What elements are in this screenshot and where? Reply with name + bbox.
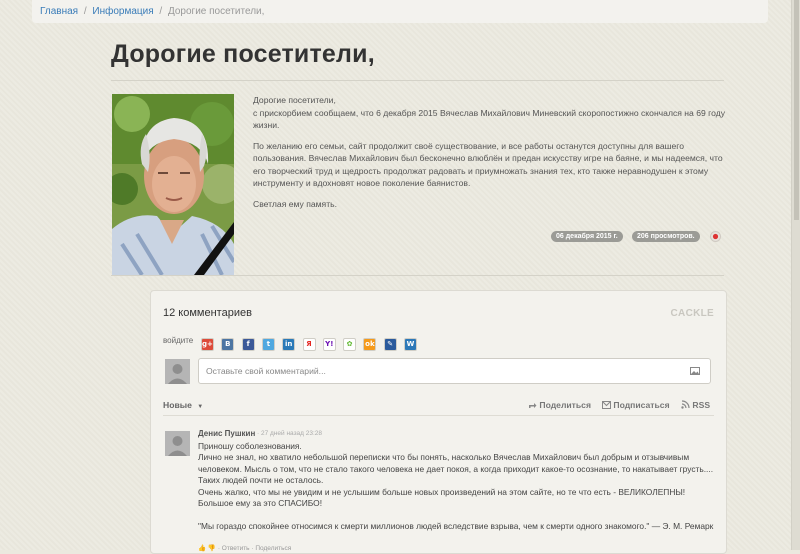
attach-image-icon[interactable] [690,367,700,375]
article-body: Дорогие посетители, с прискорбием сообща… [253,94,725,218]
linkedin-icon[interactable]: in [282,338,296,351]
sort-label: Новые [163,400,192,410]
comment-line: "Мы гораздо спокойнее относимся к смерти… [198,520,714,531]
user-avatar [165,359,190,384]
chevron-down-icon: ▼ [197,404,204,410]
comment-text: Приношу соболезнования. Лично не знал, н… [198,441,718,532]
comment-author[interactable]: Денис Пушкин [198,429,255,438]
comment-time: · 27 дней назад 23:28 [257,430,323,437]
reply-link[interactable]: · Ответить [218,545,250,552]
comments-count: 12 комментариев [163,307,252,319]
article-paragraph: Светлая ему память. [253,198,338,209]
breadcrumb-separator: / [83,6,87,17]
subscribe-label: Подписаться [613,400,670,410]
google-plus-icon[interactable]: g+ [201,338,214,351]
date-badge: 06 декабря 2015 г. [551,231,623,242]
views-badge: 206 просмотров. [632,231,700,242]
thumbs-up-icon[interactable]: 👍 [198,545,206,552]
comment-line: Приношу соболезнования. [198,441,302,451]
breadcrumb-separator: / [159,6,163,17]
share-button[interactable]: Поделиться [528,400,591,410]
livejournal-icon[interactable]: ✎ [383,338,397,351]
comment-line: Лично не знал, но хватило небольшой пере… [198,452,714,486]
scrollbar-thumb[interactable] [794,0,799,220]
memorial-photo [112,94,234,275]
facebook-icon[interactable]: f [241,338,255,351]
page-scrollbar[interactable] [791,0,800,550]
article-paragraph: Дорогие посетители, с прискорбием сообща… [253,95,726,130]
comment-input-placeholder: Оставьте свой комментарий... [206,366,326,376]
icq-icon[interactable]: ✿ [343,338,357,351]
envelope-icon [602,401,611,409]
thumbs-down-icon[interactable]: 👎 [208,545,216,552]
divider [111,275,724,276]
yahoo-icon[interactable]: Y! [322,338,336,351]
breadcrumb-section-link[interactable]: Информация [92,6,153,17]
comment-line [198,509,718,520]
article-paragraph: По желанию его семьи, сайт продолжит сво… [253,140,723,189]
comments-widget: 12 комментариев CACKLE войдите g+ Bf t in Я Y… [150,290,727,554]
cackle-logo[interactable]: CACKLE [671,308,714,319]
divider [111,80,724,81]
rss-button[interactable]: RSS [681,400,710,410]
subscribe-button[interactable]: Подписаться [602,400,670,410]
comment-input[interactable]: Оставьте свой комментарий... [198,358,711,384]
vkontakte-icon[interactable]: B [221,338,235,351]
breadcrumb-current: Дорогие посетители, [167,6,265,17]
divider [163,415,714,416]
rss-icon [681,400,690,409]
share-label: Поделиться [539,400,591,410]
share-icon [529,403,537,408]
comment-avatar[interactable] [165,431,190,456]
breadcrumb-home-link[interactable]: Главная [40,6,78,17]
page-title: Дорогие посетители, [111,40,375,68]
odnoklassniki-icon[interactable]: ok [363,338,377,351]
sort-dropdown[interactable]: Новые ▼ [163,400,203,410]
comment-actions: 👍 👎 · Ответить · Поделиться [198,544,291,552]
login-label: войдите [163,336,194,345]
comment-share-link[interactable]: · Поделиться [251,545,291,552]
report-flag-icon[interactable] [710,231,721,242]
twitter-icon[interactable]: t [261,338,275,351]
yandex-icon[interactable]: Я [302,338,316,351]
wordpress-icon[interactable]: W [404,338,417,351]
comment-line: Очень жалко, что мы не увидим и не услыш… [198,486,686,509]
rss-label: RSS [692,400,711,410]
breadcrumb: Главная / Информация / Дорогие посетител… [32,0,768,23]
